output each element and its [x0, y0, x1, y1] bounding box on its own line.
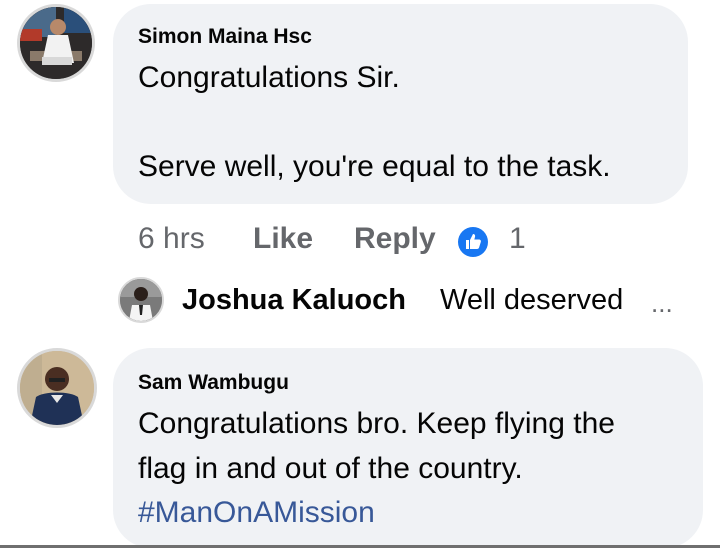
- reply-author[interactable]: Joshua Kaluoch: [182, 284, 406, 317]
- comment-text-line-2: flag in and out of the country.: [138, 452, 523, 485]
- more-indicator[interactable]: ...: [651, 288, 673, 319]
- comment-timestamp[interactable]: 6 hrs: [138, 222, 205, 256]
- comment-text-line-1: Congratulations Sir.: [138, 61, 400, 94]
- comment-author[interactable]: Sam Wambugu: [138, 371, 289, 395]
- reply-profile-photo: [120, 279, 162, 321]
- thumbs-up-icon[interactable]: [457, 226, 489, 258]
- comment-text-line-3: Serve well, you're equal to the task.: [138, 150, 611, 183]
- reply-avatar[interactable]: [118, 277, 164, 323]
- reply-button[interactable]: Reply: [354, 222, 436, 256]
- avatar[interactable]: [17, 348, 97, 428]
- avatar[interactable]: [17, 4, 95, 82]
- comment-thread: Simon Maina Hsc Congratulations Sir. Ser…: [0, 0, 720, 548]
- like-button[interactable]: Like: [253, 222, 313, 256]
- hashtag-link[interactable]: #ManOnAMission: [138, 490, 375, 536]
- reply-text[interactable]: Well deserved: [440, 284, 623, 317]
- profile-photo: [20, 351, 94, 425]
- comment-author[interactable]: Simon Maina Hsc: [138, 25, 312, 49]
- comment-text-line-1: Congratulations bro. Keep flying the: [138, 407, 615, 440]
- reaction-count[interactable]: 1: [509, 222, 526, 256]
- profile-photo: [20, 7, 92, 79]
